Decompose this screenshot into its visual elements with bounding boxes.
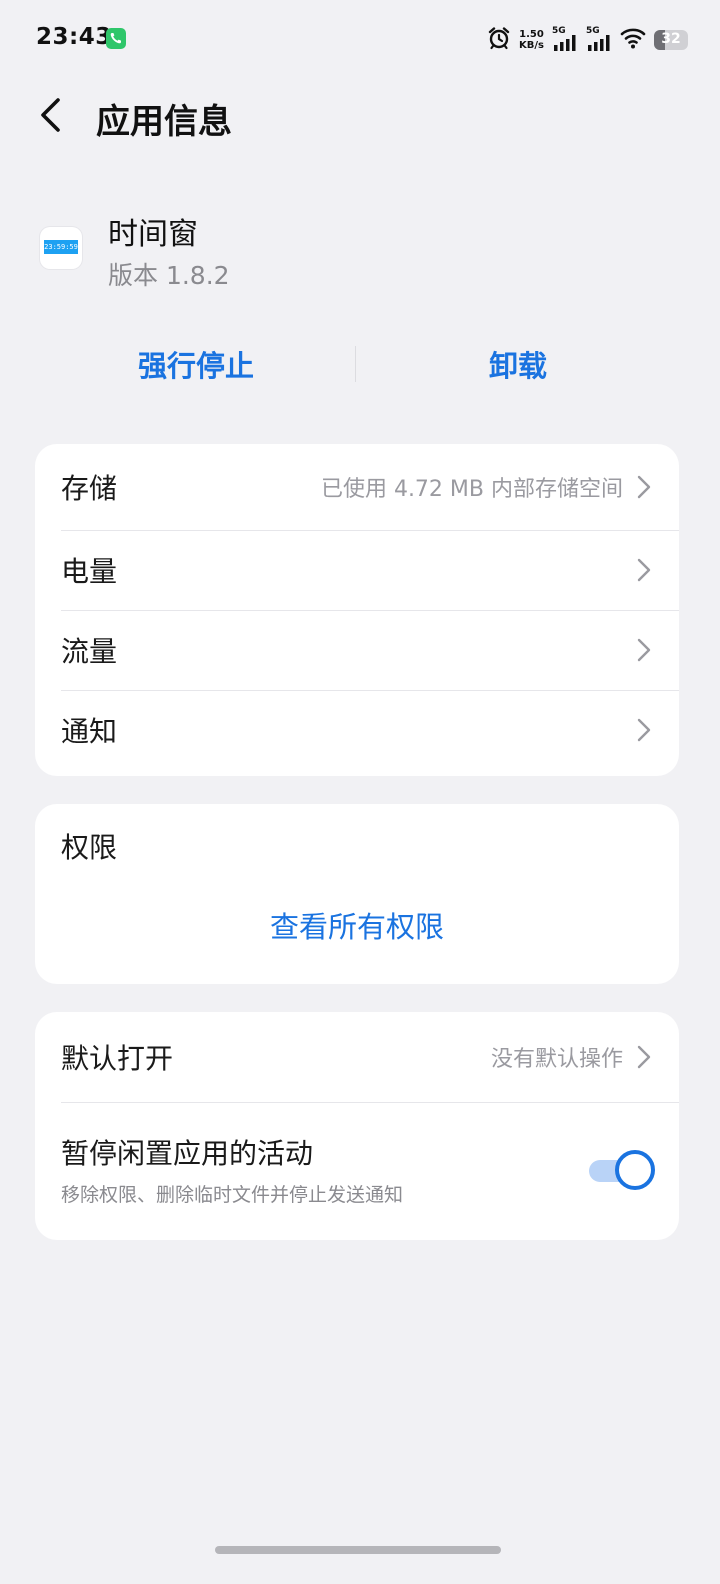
status-time: 23:43 — [36, 24, 112, 50]
pause-inactive-toggle[interactable] — [585, 1150, 655, 1190]
defaults-card: 默认打开 没有默认操作 暂停闲置应用的活动 移除权限、删除临时文件并停止发送通知 — [35, 1012, 679, 1240]
toggle-thumb — [615, 1150, 655, 1190]
force-stop-button[interactable]: 强行停止 — [35, 334, 357, 394]
network-speed-unit: KB/s — [519, 40, 544, 51]
app-actions: 强行停止 卸载 — [35, 334, 679, 394]
battery-usage-row[interactable]: 电量 — [35, 530, 679, 610]
sim2-label: 5G — [586, 26, 600, 36]
open-by-default-label: 默认打开 — [61, 1042, 174, 1075]
pause-inactive-row[interactable]: 暂停闲置应用的活动 移除权限、删除临时文件并停止发送通知 — [35, 1102, 679, 1240]
page-title: 应用信息 — [96, 102, 232, 142]
data-usage-row[interactable]: 流量 — [35, 610, 679, 690]
app-version: 版本 1.8.2 — [108, 261, 230, 290]
phone-call-icon — [106, 28, 126, 49]
sim1-label: 5G — [552, 26, 566, 36]
open-by-default-row[interactable]: 默认打开 没有默认操作 — [35, 1012, 679, 1102]
permissions-title: 权限 — [61, 831, 118, 864]
chevron-right-icon — [633, 715, 655, 745]
pause-inactive-label: 暂停闲置应用的活动 — [61, 1137, 314, 1170]
app-name: 时间窗 — [108, 217, 198, 252]
uninstall-button[interactable]: 卸载 — [357, 334, 679, 394]
chevron-right-icon — [633, 635, 655, 665]
network-speed: 1.50 KB/s — [519, 29, 544, 51]
pause-inactive-description: 移除权限、删除临时文件并停止发送通知 — [61, 1184, 404, 1206]
battery-usage-label: 电量 — [61, 555, 118, 588]
chevron-right-icon — [633, 472, 655, 502]
alarm-clock-icon — [487, 26, 511, 54]
status-bar: 23:43 1.50 KB/s 5G 5G 32 — [0, 0, 720, 80]
home-indicator[interactable] — [215, 1546, 501, 1554]
notifications-label: 通知 — [61, 715, 118, 748]
battery-percent: 32 — [661, 31, 681, 47]
storage-value: 已使用 4.72 MB 内部存储空间 — [320, 477, 623, 502]
battery-icon: 32 — [654, 30, 688, 50]
view-all-permissions-link[interactable]: 查看所有权限 — [35, 904, 679, 946]
storage-label: 存储 — [61, 472, 118, 505]
signal-sim2-icon: 5G — [586, 26, 612, 53]
notifications-row[interactable]: 通知 — [35, 690, 679, 770]
signal-sim1-icon: 5G — [552, 26, 578, 53]
app-info-card: 存储 已使用 4.72 MB 内部存储空间 电量 流量 通知 — [35, 444, 679, 776]
open-by-default-value: 没有默认操作 — [490, 1047, 623, 1072]
back-arrow-icon — [41, 98, 60, 132]
app-bar: 应用信息 — [0, 80, 720, 152]
network-speed-value: 1.50 — [519, 29, 544, 40]
chevron-right-icon — [633, 555, 655, 585]
action-divider — [355, 346, 356, 382]
storage-row[interactable]: 存储 已使用 4.72 MB 内部存储空间 — [35, 444, 679, 530]
app-icon: 23:59:59 — [40, 227, 82, 269]
app-icon-clock-text: 23:59:59 — [44, 240, 78, 254]
chevron-right-icon — [633, 1042, 655, 1072]
back-button[interactable] — [30, 94, 74, 138]
permissions-card: 权限 查看所有权限 — [35, 804, 679, 984]
status-icons: 1.50 KB/s 5G 5G 32 — [487, 26, 688, 54]
wifi-icon — [620, 27, 646, 53]
data-usage-label: 流量 — [61, 635, 118, 668]
